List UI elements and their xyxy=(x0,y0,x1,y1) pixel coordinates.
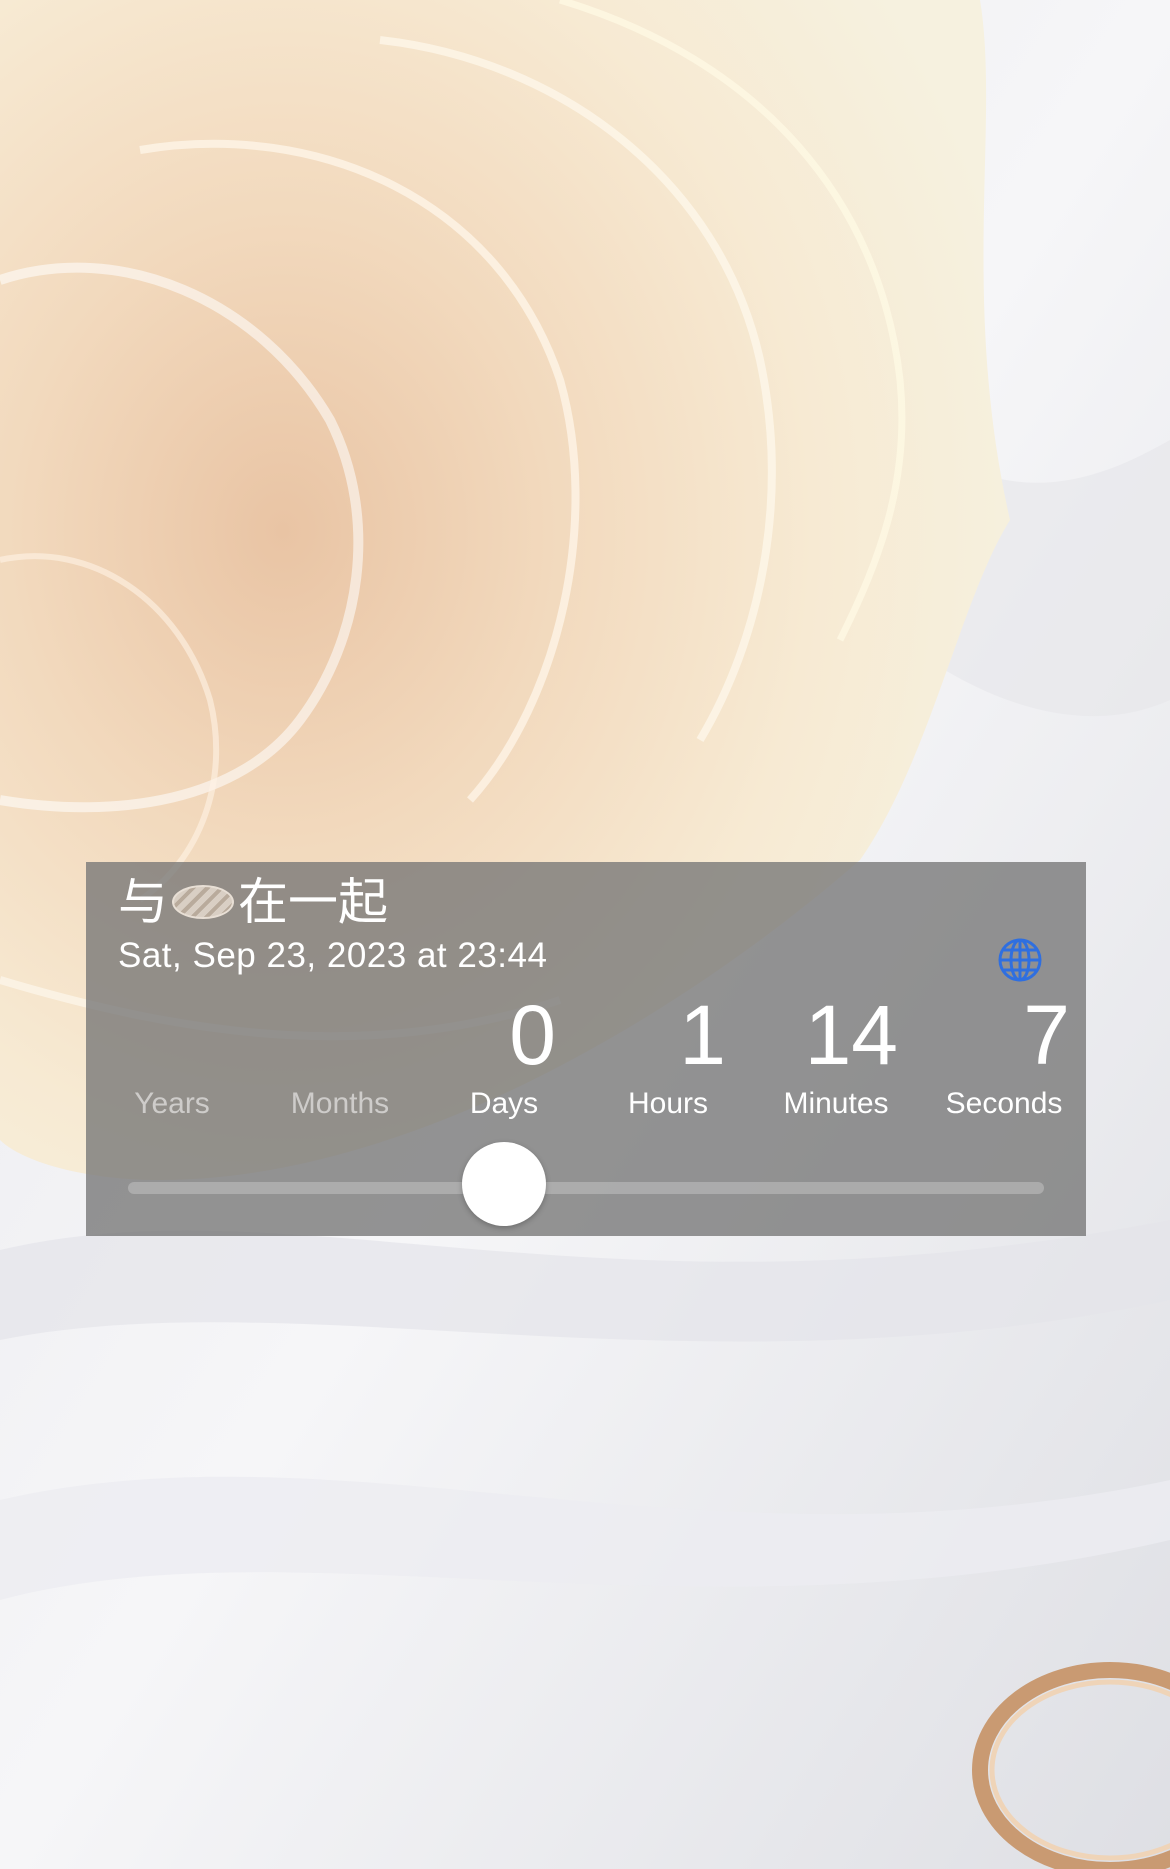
unit-slider-track[interactable] xyxy=(128,1182,1044,1194)
unit-days[interactable]: 0 Days xyxy=(424,990,584,1120)
title-suffix: 在一起 xyxy=(238,873,388,931)
hours-label: Hours xyxy=(627,1087,709,1120)
seconds-value: 7 xyxy=(1023,988,1070,1082)
unit-years[interactable]: Years xyxy=(92,990,252,1120)
globe-icon[interactable] xyxy=(996,936,1044,984)
days-value: 0 xyxy=(509,988,556,1082)
seconds-label: Seconds xyxy=(945,1087,1063,1120)
hours-value: 1 xyxy=(679,988,726,1082)
screen: 与 在一起 Sat, Sep 23, 2023 at 23:44 Years M… xyxy=(0,0,1170,1869)
unit-minutes[interactable]: 14 Minutes xyxy=(756,990,916,1120)
start-date: Sat, Sep 23, 2023 at 23:44 xyxy=(118,936,548,975)
minutes-label: Minutes xyxy=(783,1087,889,1120)
days-label: Days xyxy=(469,1087,539,1120)
minutes-value: 14 xyxy=(804,988,898,1082)
title-prefix: 与 xyxy=(118,873,168,931)
together-card[interactable]: 与 在一起 Sat, Sep 23, 2023 at 23:44 Years M… xyxy=(86,862,1086,1236)
unit-hours[interactable]: 1 Hours xyxy=(588,990,748,1120)
unit-seconds[interactable]: 7 Seconds xyxy=(924,990,1084,1120)
unit-slider-thumb[interactable] xyxy=(462,1142,546,1226)
card-title: 与 在一起 xyxy=(118,872,388,932)
months-label: Months xyxy=(290,1087,390,1120)
duration-units: Years Months 0 Days 1 Hours 14 Minutes 7… xyxy=(86,990,1086,1120)
redacted-name-sticker xyxy=(172,885,234,919)
years-label: Years xyxy=(134,1087,210,1120)
unit-months[interactable]: Months xyxy=(260,990,420,1120)
